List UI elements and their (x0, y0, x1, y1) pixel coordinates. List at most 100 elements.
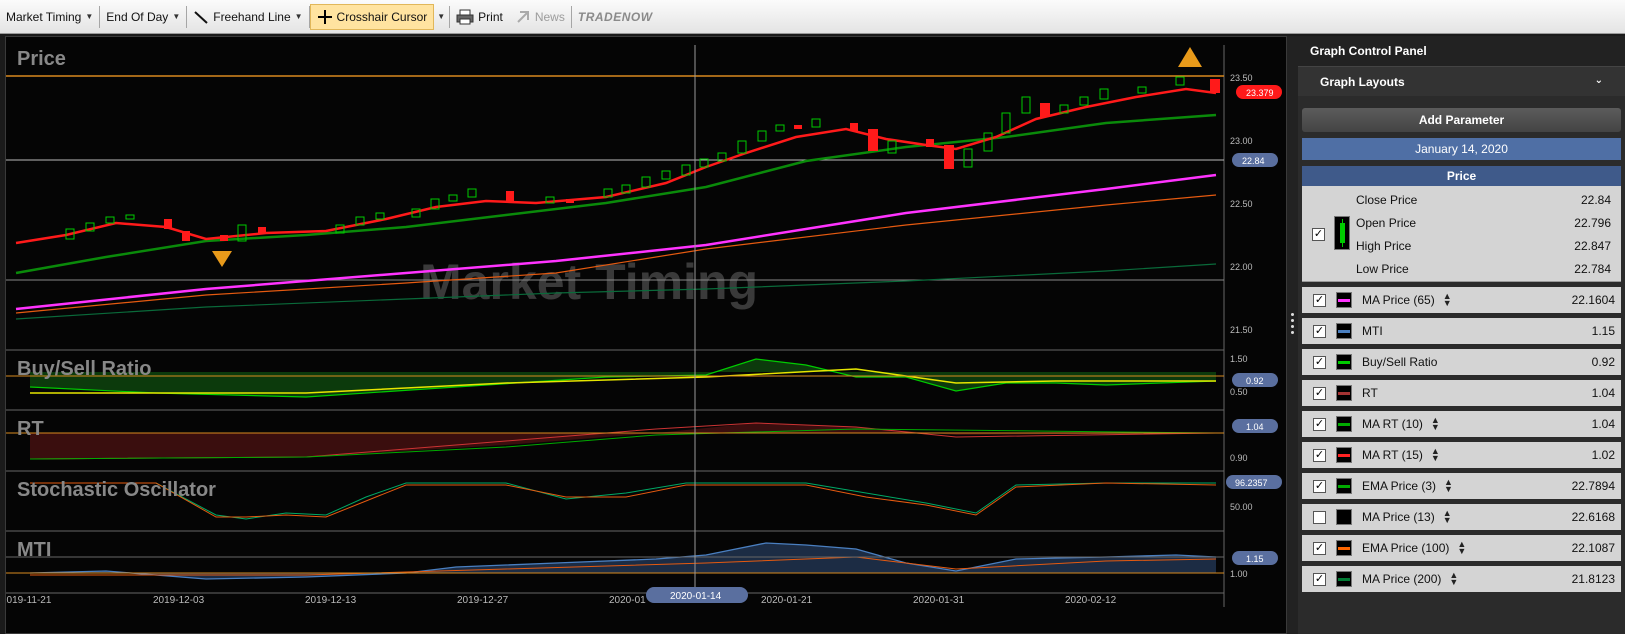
crosshair-cursor-dropdown[interactable]: Crosshair Cursor (309, 3, 435, 30)
tradenow-brand: TRADENOW (577, 9, 653, 24)
parameter-checkbox[interactable] (1313, 510, 1326, 524)
print-button[interactable]: Print (450, 0, 509, 34)
buy-signal-icon[interactable] (212, 251, 232, 267)
add-parameter-button[interactable]: Add Parameter (1302, 108, 1621, 132)
parameter-checkbox[interactable]: ✓ (1313, 572, 1326, 586)
graph-layouts-toggle[interactable]: Graph Layouts ⌄ (1298, 66, 1625, 96)
color-swatch-icon[interactable] (1336, 323, 1352, 339)
sort-updown-icon[interactable]: ▲ ▼ (1431, 416, 1440, 432)
low-price-row: Low Price 22.784 (1356, 257, 1611, 280)
color-swatch-icon[interactable] (1336, 385, 1352, 401)
crosshair-icon (317, 9, 332, 24)
sort-updown-icon[interactable]: ▲ ▼ (1431, 447, 1440, 463)
parameter-checkbox[interactable]: ✓ (1313, 355, 1326, 369)
parameter-label: MA RT (15) (1362, 448, 1423, 462)
crosshair-cursor-label: Crosshair Cursor (336, 9, 428, 24)
price-row-label: Open Price (1356, 215, 1417, 230)
x-tick: 2019-12-03 (153, 595, 205, 606)
parameter-value: 1.15 (1591, 324, 1615, 338)
watermark: Market Timing (420, 254, 758, 310)
end-of-day-dropdown[interactable]: End Of Day ▼ (100, 0, 186, 34)
price-candles (65, 76, 1220, 242)
parameter-row[interactable]: ✓ MA Price (65) ▲ ▼ 22.1604 (1302, 287, 1621, 313)
freehand-line-icon (194, 10, 208, 24)
freehand-line-dropdown[interactable]: Freehand Line ▼ (187, 0, 308, 34)
x-tick: 2019-11-21 (6, 595, 52, 606)
panel-splitter[interactable] (1287, 36, 1298, 634)
sort-updown-icon[interactable]: ▲ ▼ (1443, 292, 1452, 308)
chevron-down-icon[interactable]: ▼ (437, 12, 445, 21)
x-tick: 2020-02-12 (1065, 595, 1117, 606)
parameter-value: 0.92 (1591, 355, 1615, 369)
parameter-value: 22.1087 (1571, 541, 1615, 555)
market-timing-chart[interactable]: Price Market Timing 23.50 23.00 22.50 22… (6, 37, 1286, 633)
color-swatch-icon[interactable] (1336, 292, 1352, 308)
color-swatch-icon[interactable] (1336, 540, 1352, 556)
color-swatch-icon[interactable] (1336, 354, 1352, 370)
parameter-label: Buy/Sell Ratio (1362, 355, 1438, 369)
color-swatch-icon[interactable] (1336, 509, 1352, 525)
price-row-value: 22.784 (1574, 261, 1611, 276)
sort-updown-icon[interactable]: ▲ ▼ (1443, 509, 1452, 525)
parameter-row[interactable]: MA Price (13) ▲ ▼ 22.6168 (1302, 504, 1621, 530)
sort-updown-icon[interactable]: ▲ ▼ (1444, 478, 1453, 494)
close-price-row: Close Price 22.84 (1356, 188, 1611, 211)
parameter-row[interactable]: ✓ MA RT (10) ▲ ▼ 1.04 (1302, 411, 1621, 437)
price-section: ✓ Close Price 22.84 Open Price 22.796 Hi… (1302, 186, 1621, 282)
parameter-checkbox[interactable]: ✓ (1313, 293, 1326, 307)
sort-updown-icon[interactable]: ▲ ▼ (1449, 571, 1458, 587)
price-tick: 21.50 (1230, 325, 1253, 335)
buy-sell-tick: 0.50 (1230, 387, 1248, 397)
parameter-row[interactable]: ✓ MA RT (15) ▲ ▼ 1.02 (1302, 442, 1621, 468)
sort-updown-icon[interactable]: ▲ ▼ (1457, 540, 1466, 556)
price-tick: 23.50 (1230, 73, 1253, 83)
price-checkbox[interactable]: ✓ (1312, 228, 1325, 241)
parameter-checkbox[interactable]: ✓ (1313, 448, 1326, 462)
parameter-row[interactable]: ✓ MA Price (200) ▲ ▼ 21.8123 (1302, 566, 1621, 592)
parameter-value: 1.02 (1591, 448, 1615, 462)
parameter-label: MA Price (200) (1362, 572, 1442, 586)
parameter-row[interactable]: ✓ EMA Price (3) ▲ ▼ 22.7894 (1302, 473, 1621, 499)
sell-signal-icon[interactable] (1178, 47, 1202, 67)
graph-control-panel: Graph Control Panel Graph Layouts ⌄ Add … (1298, 36, 1625, 634)
price-row-value: 22.84 (1580, 192, 1611, 207)
market-timing-dropdown[interactable]: Market Timing ▼ (0, 0, 99, 34)
news-icon (517, 10, 529, 23)
parameter-checkbox[interactable]: ✓ (1313, 479, 1326, 493)
price-tick: 23.00 (1230, 136, 1253, 146)
parameter-checkbox[interactable]: ✓ (1313, 541, 1326, 555)
color-swatch-icon[interactable] (1336, 571, 1352, 587)
parameter-checkbox[interactable]: ✓ (1313, 324, 1326, 338)
graph-layouts-label: Graph Layouts (1320, 75, 1405, 89)
parameter-row[interactable]: ✓ RT 1.04 (1302, 380, 1621, 406)
grip-dot (1291, 319, 1294, 322)
parameter-value: 1.04 (1591, 386, 1615, 400)
color-swatch-icon[interactable] (1336, 478, 1352, 494)
parameter-value: 1.04 (1591, 417, 1615, 431)
x-tick: 2020-01 (609, 595, 646, 606)
chevron-down-icon: ▼ (172, 12, 181, 21)
chart-area[interactable]: Price Market Timing 23.50 23.00 22.50 22… (5, 36, 1287, 634)
mti-area (30, 543, 1216, 579)
news-button[interactable]: News (509, 0, 571, 34)
parameter-checkbox[interactable]: ✓ (1313, 417, 1326, 431)
buy-sell-cursor-value: 0.92 (1246, 376, 1264, 386)
grip-dot (1291, 325, 1294, 328)
price-section-header: Price (1302, 166, 1621, 186)
chevron-double-down-icon: ⌄ (1594, 75, 1603, 86)
parameter-row[interactable]: ✓ EMA Price (100) ▲ ▼ 22.1087 (1302, 535, 1621, 561)
price-row-value: 22.847 (1574, 238, 1611, 253)
parameter-row[interactable]: ✓ MTI 1.15 (1302, 318, 1621, 344)
freehand-line-label: Freehand Line (213, 9, 291, 24)
color-swatch-icon[interactable] (1336, 416, 1352, 432)
pane-label-buy-sell: Buy/Sell Ratio (17, 358, 151, 380)
buy-sell-tick: 1.50 (1230, 354, 1248, 364)
parameter-label: MA Price (65) (1362, 293, 1435, 307)
news-label: News (534, 9, 565, 24)
parameter-value: 22.7894 (1571, 479, 1615, 493)
parameter-checkbox[interactable]: ✓ (1313, 386, 1326, 400)
price-tick: 22.00 (1230, 262, 1253, 272)
color-swatch-icon[interactable] (1336, 447, 1352, 463)
candle-icon[interactable] (1334, 216, 1350, 250)
parameter-row[interactable]: ✓ Buy/Sell Ratio 0.92 (1302, 349, 1621, 375)
